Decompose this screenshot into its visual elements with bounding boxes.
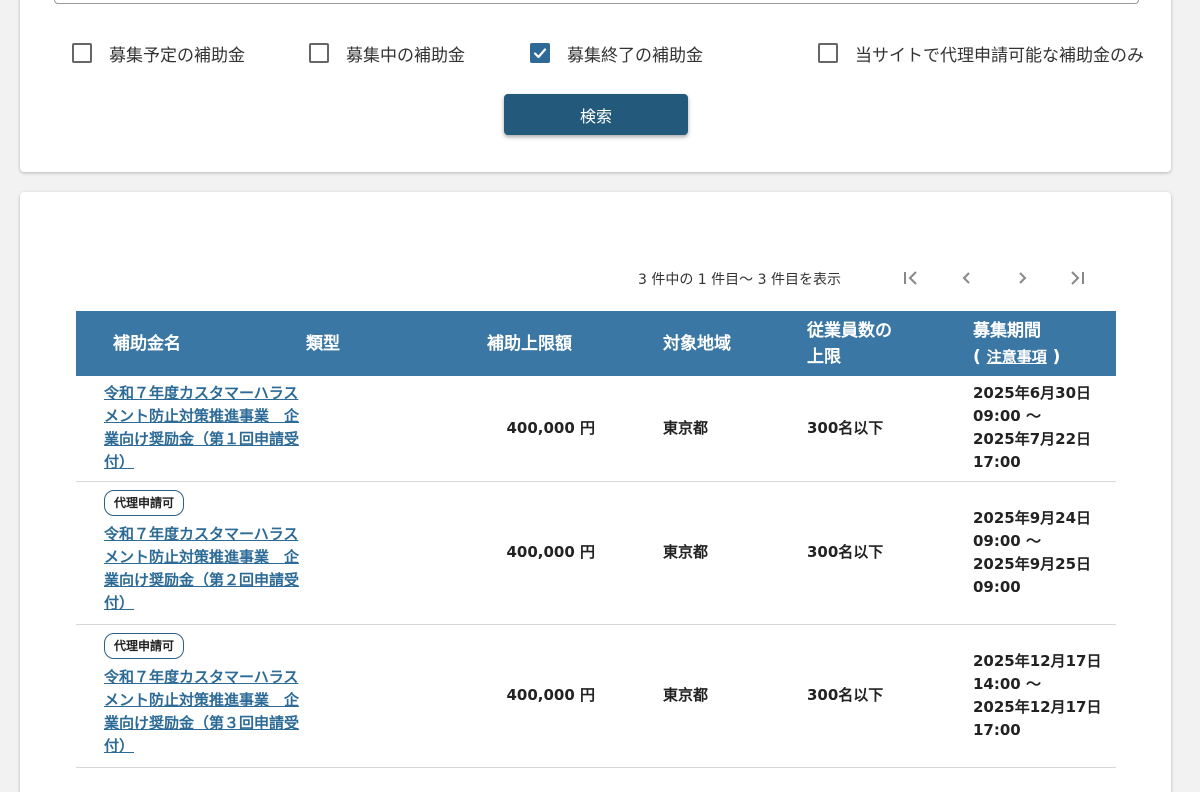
results-panel: 3 件中の 1 件目～ 3 件目を表示 補助金名 類型 補助上限額 対象地域 従…: [20, 192, 1171, 792]
cell-period: 2025年6月30日 09:00 ～ 2025年7月22日 17:00: [935, 376, 1116, 482]
chevron-left-icon: [962, 272, 970, 284]
cell-type: [306, 624, 450, 768]
subsidy-name-line: 令和７年度カスタマーハラス: [104, 384, 299, 403]
header-max-amount: 補助上限額: [450, 311, 625, 376]
filter-proxy-only-label: 当サイトで代理申請可能な補助金のみ: [855, 45, 1144, 66]
header-period-title: 募集期間: [973, 320, 1041, 341]
cell-name: 代理申請可 令和７年度カスタマーハラス メント防止対策推進事業 企 業向け奨励金…: [76, 481, 306, 625]
checkbox-closed[interactable]: [530, 43, 550, 63]
checkmark-icon: [533, 48, 547, 59]
cell-period: 2025年12月17日 14:00 ～ 2025年12月17日 17:00: [935, 624, 1116, 768]
filter-open[interactable]: 募集中の補助金: [309, 40, 465, 66]
first-page-icon: [904, 271, 917, 285]
proxy-badge: 代理申請可: [104, 633, 185, 659]
period-line: 2025年6月30日: [973, 384, 1092, 403]
header-type: 類型: [306, 311, 450, 376]
chevron-right-icon: [1019, 272, 1027, 284]
subsidy-name-line: 令和７年度カスタマーハラス: [104, 668, 299, 686]
prev-page-button[interactable]: [953, 264, 981, 292]
subsidy-name-line: 業向け奨励金（第３回申請受: [104, 714, 300, 732]
filter-closed-label: 募集終了の補助金: [567, 45, 703, 66]
cell-employees: 300名以下: [769, 376, 935, 482]
cell-region: 東京都: [625, 624, 769, 768]
cell-employees: 300名以下: [769, 624, 935, 768]
subsidy-name-line: 令和７年度カスタマーハラス: [104, 525, 299, 543]
period-line: 2025年9月25日: [973, 554, 1092, 573]
cell-employees: 300名以下: [769, 481, 935, 625]
checkbox-upcoming[interactable]: [72, 43, 92, 63]
keyword-input[interactable]: [54, 0, 1139, 4]
header-employees-line2: 上限: [807, 346, 841, 367]
table-header-row: 補助金名 類型 補助上限額 対象地域 従業員数の 上限 募集期間 ( 注意事項 …: [76, 311, 1116, 376]
table-row: 代理申請可 令和７年度カスタマーハラス メント防止対策推進事業 企 業向け奨励金…: [76, 624, 1116, 768]
cell-region: 東京都: [625, 481, 769, 625]
subsidy-name-line: メント防止対策推進事業 企: [104, 691, 300, 709]
cell-name: 代理申請可 令和７年度カスタマーハラス メント防止対策推進事業 企 業向け奨励金…: [76, 624, 306, 768]
header-period: 募集期間 ( 注意事項 ): [935, 311, 1116, 376]
status-filter-group: 募集予定の補助金 募集中の補助金 募集終了の補助金 当サイトで代理申請可能な補助…: [20, 40, 1171, 66]
header-employees: 従業員数の 上限: [769, 311, 935, 376]
first-page-button[interactable]: [897, 264, 925, 292]
subsidy-name-line: 業向け奨励金（第１回申請受: [104, 430, 300, 449]
subsidy-name-line: 付）: [104, 737, 135, 755]
filter-upcoming[interactable]: 募集予定の補助金: [72, 40, 245, 66]
header-name: 補助金名: [76, 311, 306, 376]
filter-closed[interactable]: 募集終了の補助金: [530, 40, 703, 66]
last-page-icon: [1071, 271, 1084, 285]
search-button[interactable]: 検索: [504, 94, 688, 135]
header-period-paren-open: (: [973, 346, 981, 367]
period-line: 09:00: [973, 577, 1021, 596]
period-line: 2025年7月22日: [973, 430, 1092, 449]
period-line: 2025年12月17日: [973, 651, 1102, 670]
subsidy-link[interactable]: 令和７年度カスタマーハラス メント防止対策推進事業 企 業向け奨励金（第３回申請…: [104, 666, 304, 758]
cell-amount: 400,000 円: [450, 376, 625, 482]
period-line: 14:00 ～: [973, 674, 1041, 693]
cell-region: 東京都: [625, 376, 769, 482]
cell-amount: 400,000 円: [450, 624, 625, 768]
filter-proxy-only[interactable]: 当サイトで代理申請可能な補助金のみ: [818, 40, 1144, 66]
period-line: 17:00: [973, 720, 1021, 739]
cell-amount: 400,000 円: [450, 481, 625, 625]
period-line: 2025年9月24日: [973, 508, 1092, 527]
subsidy-name-line: 業向け奨励金（第２回申請受: [104, 571, 300, 589]
subsidy-name-line: メント防止対策推進事業 企: [104, 407, 300, 426]
header-period-paren-close: ): [1052, 346, 1061, 367]
results-table: 補助金名 類型 補助上限額 対象地域 従業員数の 上限 募集期間 ( 注意事項 …: [76, 311, 1116, 768]
header-region: 対象地域: [625, 311, 769, 376]
filter-upcoming-label: 募集予定の補助金: [109, 45, 245, 66]
notes-link[interactable]: 注意事項: [987, 348, 1047, 366]
next-page-button[interactable]: [1008, 264, 1036, 292]
proxy-badge: 代理申請可: [104, 490, 185, 516]
search-panel: 募集予定の補助金 募集中の補助金 募集終了の補助金 当サイトで代理申請可能な補助…: [20, 0, 1171, 172]
checkbox-open[interactable]: [309, 43, 329, 63]
subsidy-link[interactable]: 令和７年度カスタマーハラス メント防止対策推進事業 企 業向け奨励金（第１回申請…: [104, 382, 304, 474]
period-line: 2025年12月17日: [973, 697, 1102, 716]
subsidy-link[interactable]: 令和７年度カスタマーハラス メント防止対策推進事業 企 業向け奨励金（第２回申請…: [104, 523, 304, 615]
checkbox-proxy-only[interactable]: [818, 43, 838, 63]
cell-type: [306, 376, 450, 482]
period-line: 09:00 ～: [973, 531, 1041, 550]
subsidy-name-line: 付）: [104, 594, 135, 612]
subsidy-name-line: 付）: [104, 453, 135, 472]
period-line: 09:00 ～: [973, 407, 1041, 426]
last-page-button[interactable]: [1063, 264, 1091, 292]
filter-open-label: 募集中の補助金: [346, 45, 465, 66]
period-line: 17:00: [973, 453, 1021, 472]
cell-name: 令和７年度カスタマーハラス メント防止対策推進事業 企 業向け奨励金（第１回申請…: [76, 376, 306, 482]
table-row: 令和７年度カスタマーハラス メント防止対策推進事業 企 業向け奨励金（第１回申請…: [76, 376, 1116, 482]
subsidy-name-line: メント防止対策推進事業 企: [104, 548, 300, 566]
header-employees-line1: 従業員数の: [807, 320, 892, 341]
pagination-summary: 3 件中の 1 件目～ 3 件目を表示: [638, 272, 841, 288]
table-row: 代理申請可 令和７年度カスタマーハラス メント防止対策推進事業 企 業向け奨励金…: [76, 481, 1116, 625]
cell-period: 2025年9月24日 09:00 ～ 2025年9月25日 09:00: [935, 481, 1116, 625]
cell-type: [306, 481, 450, 625]
